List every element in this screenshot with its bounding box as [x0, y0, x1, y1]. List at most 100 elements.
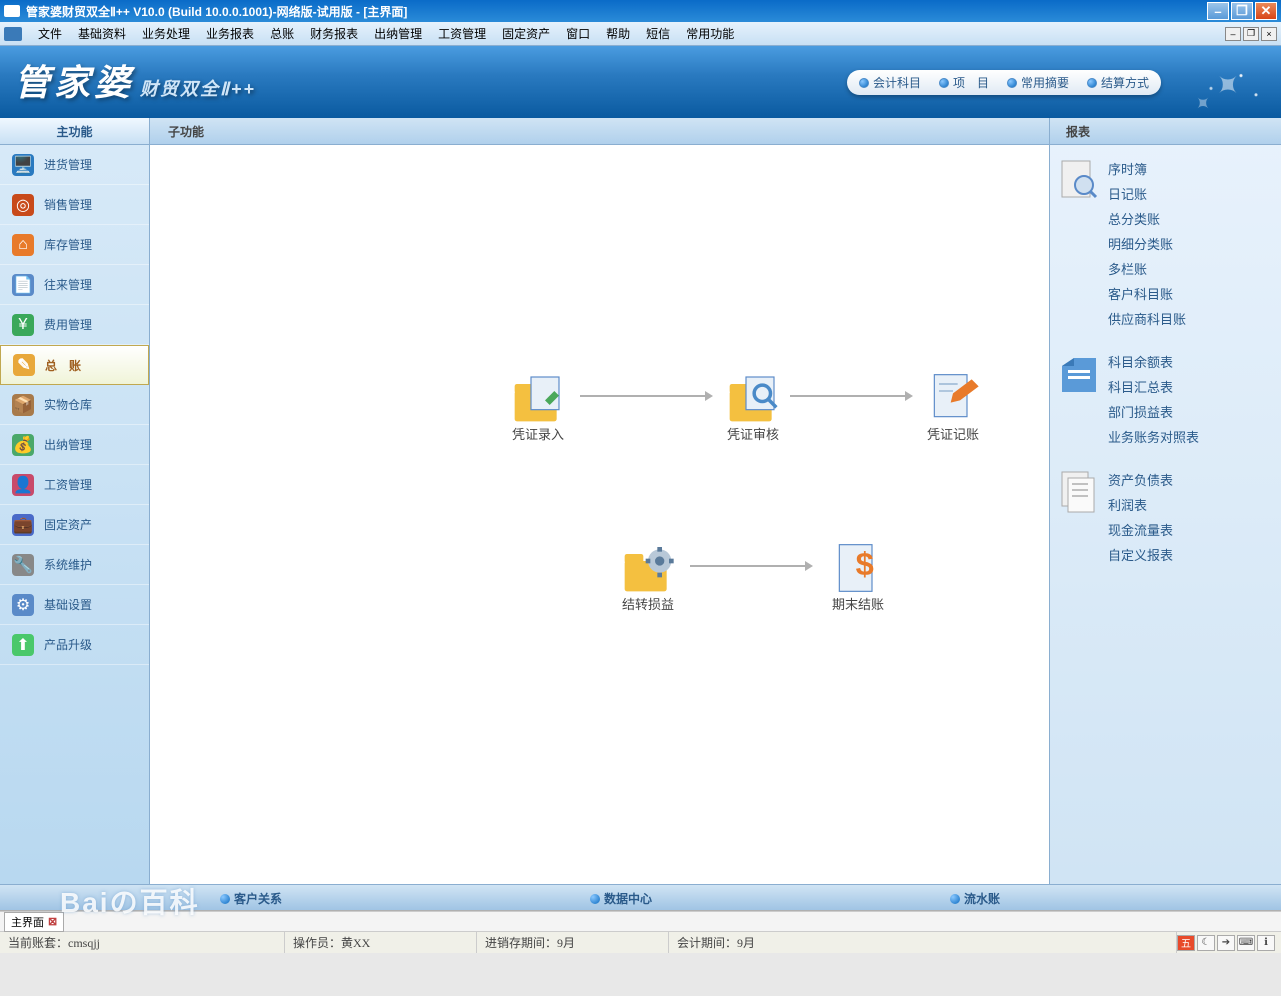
report-link[interactable]: 利润表 — [1108, 495, 1173, 514]
bottom-tab[interactable]: 流水账 — [950, 890, 1000, 907]
sidebar-item[interactable]: 📦实物仓库 — [0, 385, 149, 425]
workspace: 主功能 🖥️进货管理◎销售管理⌂库存管理📄往来管理¥费用管理✎总 账📦实物仓库💰… — [0, 118, 1281, 884]
window-controls: – ❐ ✕ — [1207, 2, 1277, 20]
close-button[interactable]: ✕ — [1255, 2, 1277, 20]
mdi-restore-button[interactable]: ❐ — [1243, 27, 1259, 41]
sidebar-item[interactable]: 🖥️进货管理 — [0, 145, 149, 185]
sidebar-item-icon: ⌂ — [12, 234, 34, 256]
report-link[interactable]: 现金流量表 — [1108, 520, 1173, 539]
mdi-minimize-button[interactable]: – — [1225, 27, 1241, 41]
report-thumb-icon — [1060, 352, 1098, 396]
sidebar-item[interactable]: ⬆产品升级 — [0, 625, 149, 665]
sidebar-item[interactable]: 💼固定资产 — [0, 505, 149, 545]
pill-item[interactable]: 会计科目 — [859, 74, 921, 91]
report-link[interactable]: 供应商科目账 — [1108, 309, 1186, 328]
menu-item[interactable]: 固定资产 — [494, 23, 558, 44]
report-link[interactable]: 多栏账 — [1108, 259, 1186, 278]
sidebar-item[interactable]: ✎总 账 — [0, 345, 149, 385]
content-header: 子功能 — [150, 118, 1049, 145]
sidebar-item[interactable]: ◎销售管理 — [0, 185, 149, 225]
flow-label: 凭证审核 — [725, 424, 781, 443]
menu-item[interactable]: 财务报表 — [302, 23, 366, 44]
tab-dot-icon — [590, 894, 600, 904]
menu-item[interactable]: 窗口 — [558, 23, 598, 44]
menu-item[interactable]: 帮助 — [598, 23, 638, 44]
menu-item[interactable]: 工资管理 — [430, 23, 494, 44]
sidebar-item[interactable]: ⚙基础设置 — [0, 585, 149, 625]
menu-item[interactable]: 业务报表 — [198, 23, 262, 44]
document-tab[interactable]: 主界面 ⊠ — [4, 912, 64, 932]
report-link[interactable]: 科目汇总表 — [1108, 377, 1199, 396]
sidebar-item-icon: 📄 — [12, 274, 34, 296]
sidebar-item-label: 实物仓库 — [44, 396, 92, 413]
sidebar-item-label: 出纳管理 — [44, 436, 92, 453]
report-panel: 报表 序时簿日记账总分类账明细分类账多栏账客户科目账供应商科目账科目余额表科目汇… — [1049, 118, 1281, 884]
status-operator: 操作员：黄XX — [285, 932, 477, 953]
sidebar-item[interactable]: 💰出纳管理 — [0, 425, 149, 465]
sidebar-item-label: 基础设置 — [44, 596, 92, 613]
report-link[interactable]: 总分类账 — [1108, 209, 1186, 228]
report-link[interactable]: 客户科目账 — [1108, 284, 1186, 303]
flow-icon — [925, 370, 981, 418]
minimize-button[interactable]: – — [1207, 2, 1229, 20]
tray-ime-icon[interactable]: 五 — [1177, 935, 1195, 951]
menu-item[interactable]: 出纳管理 — [366, 23, 430, 44]
bottom-tab-bar: Baiの百科 客户关系数据中心流水账 — [0, 884, 1281, 910]
pill-item[interactable]: 常用摘要 — [1007, 74, 1069, 91]
menu-item[interactable]: 文件 — [30, 23, 70, 44]
flow-icon — [725, 370, 781, 418]
content-area: 子功能 凭证录入凭证审核 凭证记账结转损益 $期末结账 — [150, 118, 1049, 884]
bottom-tab[interactable]: 数据中心 — [590, 890, 652, 907]
sidebar-item-label: 工资管理 — [44, 476, 92, 493]
bottom-tab[interactable]: 客户关系 — [220, 890, 282, 907]
report-link[interactable]: 资产负债表 — [1108, 470, 1173, 489]
sidebar-item-label: 费用管理 — [44, 316, 92, 333]
sidebar-item[interactable]: 📄 往来管理 — [0, 265, 149, 305]
pill-dot-icon — [859, 78, 869, 88]
sidebar-item-label: 往来管理 — [44, 276, 92, 293]
report-link[interactable]: 明细分类账 — [1108, 234, 1186, 253]
flow-item[interactable]: 凭证审核 — [725, 370, 781, 443]
flow-label: 结转损益 — [620, 594, 676, 613]
tray-moon-icon[interactable]: ☾ — [1197, 935, 1215, 951]
flow-label: 凭证记账 — [925, 424, 981, 443]
menu-item[interactable]: 基础资料 — [70, 23, 134, 44]
sidebar-item-label: 进货管理 — [44, 156, 92, 173]
bottom-tab-label: 客户关系 — [234, 890, 282, 907]
report-link[interactable]: 日记账 — [1108, 184, 1186, 203]
report-link[interactable]: 自定义报表 — [1108, 545, 1173, 564]
report-link[interactable]: 序时簿 — [1108, 159, 1186, 178]
sidebar-item[interactable]: 🔧系统维护 — [0, 545, 149, 585]
tray-arrow-icon[interactable]: ➔ — [1217, 935, 1235, 951]
sidebar-item[interactable]: ¥ 费用管理 — [0, 305, 149, 345]
menu-item[interactable]: 常用功能 — [678, 23, 742, 44]
flow-item[interactable]: 结转损益 — [620, 540, 676, 613]
statusbar: 当前账套：cmsqjj 操作员：黄XX 进销存期间：9月 会计期间：9月 五 ☾… — [0, 931, 1281, 953]
maximize-button[interactable]: ❐ — [1231, 2, 1253, 20]
document-tab-close-icon[interactable]: ⊠ — [48, 915, 57, 928]
tray-keyboard-icon[interactable]: ⌨ — [1237, 935, 1255, 951]
flow-item[interactable]: 凭证录入 — [510, 370, 566, 443]
pill-item[interactable]: 项 目 — [939, 74, 989, 91]
sidebar: 主功能 🖥️进货管理◎销售管理⌂库存管理📄往来管理¥费用管理✎总 账📦实物仓库💰… — [0, 118, 150, 884]
menu-item[interactable]: 总账 — [262, 23, 302, 44]
report-link[interactable]: 业务账务对照表 — [1108, 427, 1199, 446]
flow-item[interactable]: 凭证记账 — [925, 370, 981, 443]
sidebar-item[interactable]: 👤工资管理 — [0, 465, 149, 505]
sidebar-item[interactable]: ⌂库存管理 — [0, 225, 149, 265]
report-link[interactable]: 部门损益表 — [1108, 402, 1199, 421]
banner: 管家婆财贸双全Ⅱ++ 会计科目项 目常用摘要结算方式 ✦ ✦ — [0, 46, 1281, 118]
tray-info-icon[interactable]: ℹ — [1257, 935, 1275, 951]
report-link[interactable]: 科目余额表 — [1108, 352, 1199, 371]
pill-dot-icon — [1007, 78, 1017, 88]
menu-item[interactable]: 短信 — [638, 23, 678, 44]
flow-item[interactable]: $期末结账 — [830, 540, 886, 613]
sidebar-item-icon: ¥ — [12, 314, 34, 336]
pill-item[interactable]: 结算方式 — [1087, 74, 1149, 91]
sidebar-item-label: 固定资产 — [44, 516, 92, 533]
pill-label: 项 目 — [953, 74, 989, 91]
report-thumb-icon — [1060, 470, 1098, 514]
app-logo: 管家婆财贸双全Ⅱ++ — [14, 54, 256, 106]
mdi-close-button[interactable]: × — [1261, 27, 1277, 41]
menu-item[interactable]: 业务处理 — [134, 23, 198, 44]
